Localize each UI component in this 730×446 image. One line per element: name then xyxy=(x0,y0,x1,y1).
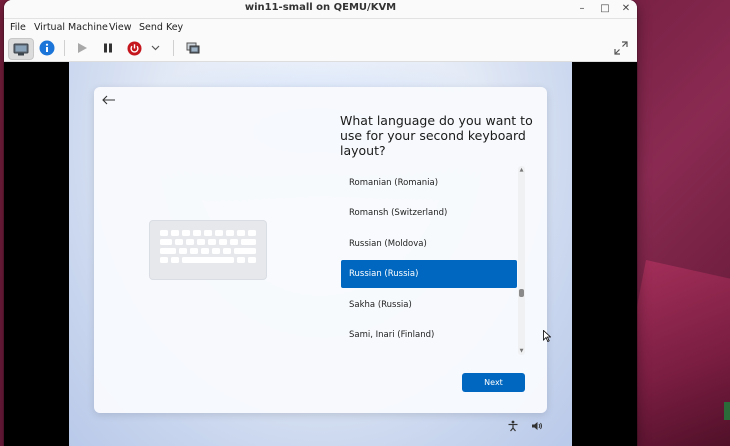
back-arrow-icon[interactable] xyxy=(100,93,118,107)
details-button[interactable] xyxy=(35,38,59,58)
list-item[interactable]: Russian (Moldova) xyxy=(341,230,517,258)
window-title: win11-small on QEMU/KVM xyxy=(244,2,397,13)
toolbar-separator xyxy=(173,40,174,56)
list-item[interactable]: Romanian (Romania) xyxy=(341,169,517,197)
monitor-icon xyxy=(13,43,29,55)
shutdown-button[interactable] xyxy=(122,38,146,58)
list-item-selected[interactable]: Russian (Russia) xyxy=(341,260,517,288)
virt-viewer-window: win11-small on QEMU/KVM – □ ✕ File Virtu… xyxy=(4,0,637,446)
run-button[interactable] xyxy=(70,38,94,58)
menu-send-key[interactable]: Send Key xyxy=(139,22,183,33)
minimize-button[interactable]: – xyxy=(575,2,589,16)
keyboard-illustration xyxy=(149,220,267,280)
shutdown-menu-button[interactable] xyxy=(147,38,163,58)
info-icon xyxy=(39,40,55,56)
page-heading: What language do you want to use for you… xyxy=(340,113,533,158)
oobe-dialog: What language do you want to use for you… xyxy=(94,87,547,413)
mouse-pointer-icon xyxy=(543,330,551,342)
fullscreen-icon xyxy=(614,41,628,55)
fullscreen-button[interactable] xyxy=(609,38,633,58)
accessibility-icon[interactable] xyxy=(507,420,519,432)
menu-view[interactable]: View xyxy=(109,22,132,33)
volume-icon[interactable] xyxy=(531,420,543,432)
list-item[interactable]: Sami, Inari (Finland) xyxy=(341,321,517,349)
vm-display[interactable]: What language do you want to use for you… xyxy=(4,62,637,446)
scroll-down-arrow-icon[interactable]: ▼ xyxy=(518,348,525,354)
language-list[interactable]: Romanian (Romania) Romansh (Switzerland)… xyxy=(341,167,525,357)
scroll-thumb[interactable] xyxy=(519,289,524,297)
toolbar-separator xyxy=(64,40,65,56)
guest-screen[interactable]: What language do you want to use for you… xyxy=(69,62,572,446)
pause-icon xyxy=(104,43,112,53)
play-icon xyxy=(78,43,87,53)
menu-virtual-machine[interactable]: Virtual Machine xyxy=(34,22,108,33)
close-button[interactable]: ✕ xyxy=(619,2,633,16)
next-button[interactable]: Next xyxy=(462,373,525,392)
snapshots-icon xyxy=(186,42,199,53)
scroll-up-arrow-icon[interactable]: ▲ xyxy=(518,167,525,173)
menu-file[interactable]: File xyxy=(10,22,26,33)
pause-button[interactable] xyxy=(96,38,120,58)
console-view-button[interactable] xyxy=(8,38,34,60)
snapshots-button[interactable] xyxy=(181,38,205,58)
desktop-window-edge xyxy=(724,402,730,420)
list-item[interactable]: Romansh (Switzerland) xyxy=(341,199,517,227)
language-list-scrollbar[interactable]: ▲ ▼ xyxy=(518,166,525,355)
power-icon xyxy=(127,41,141,55)
toolbar xyxy=(4,36,637,62)
list-item[interactable]: Sakha (Russia) xyxy=(341,291,517,319)
chevron-down-icon xyxy=(151,45,159,51)
window-titlebar[interactable]: win11-small on QEMU/KVM – □ ✕ xyxy=(4,0,637,19)
maximize-button[interactable]: □ xyxy=(598,2,612,16)
menubar: File Virtual Machine View Send Key xyxy=(4,19,637,36)
